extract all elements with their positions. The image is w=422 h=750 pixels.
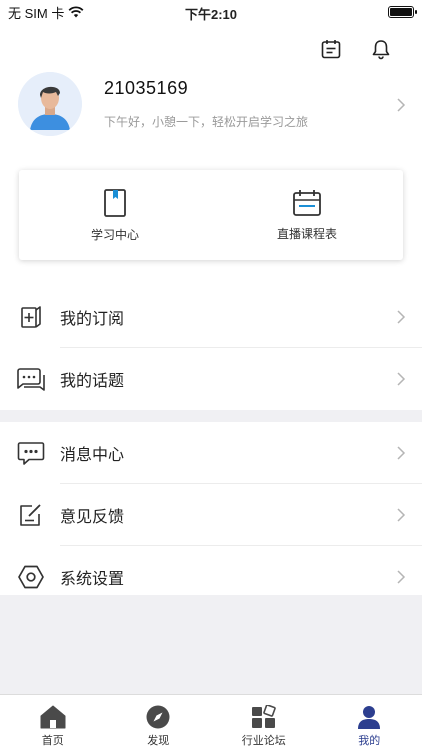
menu-item-messages[interactable]: 消息中心	[0, 422, 422, 484]
tab-label: 行业论坛	[241, 735, 286, 747]
empty-area	[0, 595, 422, 694]
book-icon	[104, 188, 126, 217]
live-schedule-button[interactable]: 直播课程表	[211, 170, 403, 260]
profile-header[interactable]: 21035169 下午好，小憩一下，轻松开启学习之旅	[0, 72, 422, 136]
user-icon	[358, 706, 381, 729]
calendar-icon[interactable]	[320, 38, 342, 60]
topic-icon	[17, 368, 45, 391]
tab-home[interactable]: 首页	[0, 695, 106, 750]
username: 21035169	[104, 78, 189, 98]
home-icon	[40, 705, 66, 729]
tab-label: 我的	[358, 735, 381, 747]
learning-center-label: 学习中心	[90, 227, 139, 242]
chevron-right-icon	[397, 310, 406, 324]
compass-icon	[146, 705, 170, 729]
forum-icon	[251, 705, 276, 728]
battery-icon	[388, 6, 417, 18]
tab-label: 首页	[41, 735, 64, 747]
menu-label: 系统设置	[60, 571, 125, 588]
tab-mine[interactable]: 我的	[317, 695, 422, 750]
menu-group-personal: 我的订阅 我的话题	[0, 286, 422, 410]
feedback-icon	[20, 504, 41, 526]
chevron-right-icon	[397, 372, 406, 386]
section-divider	[0, 410, 422, 422]
menu-item-feedback[interactable]: 意见反馈	[0, 484, 422, 546]
menu-item-subscriptions[interactable]: 我的订阅	[0, 286, 422, 348]
schedule-icon	[293, 189, 321, 216]
live-schedule-label: 直播课程表	[276, 226, 337, 241]
tab-forum[interactable]: 行业论坛	[211, 695, 317, 750]
settings-icon	[18, 565, 44, 589]
header-actions	[0, 24, 422, 74]
menu-item-topics[interactable]: 我的话题	[0, 348, 422, 410]
greeting-text: 下午好，小憩一下，轻松开启学习之旅	[104, 115, 309, 129]
bell-icon[interactable]	[370, 38, 392, 60]
menu-label: 意见反馈	[60, 509, 125, 526]
learning-center-button[interactable]: 学习中心	[19, 170, 211, 260]
menu-label: 消息中心	[60, 447, 125, 464]
tab-bar: 首页 发现 行业论坛 我的	[0, 694, 422, 750]
tab-discover[interactable]: 发现	[106, 695, 212, 750]
status-bar: 无 SIM 卡	[0, 0, 422, 24]
chevron-right-icon	[397, 508, 406, 522]
quick-actions-card: 学习中心 直播课程表	[19, 170, 403, 260]
chevron-right-icon	[397, 446, 406, 460]
message-icon	[17, 442, 45, 465]
menu-group-system: 消息中心 意见反馈 系统设置	[0, 422, 422, 608]
menu-label: 我的订阅	[60, 311, 125, 328]
subscribe-icon	[21, 306, 41, 328]
chevron-right-icon	[397, 98, 406, 112]
menu-label: 我的话题	[60, 373, 125, 390]
carrier-label: 无 SIM 卡	[8, 5, 65, 21]
avatar[interactable]	[18, 72, 82, 136]
chevron-right-icon	[397, 570, 406, 584]
tab-label: 发现	[147, 735, 170, 747]
wifi-icon	[68, 6, 84, 18]
